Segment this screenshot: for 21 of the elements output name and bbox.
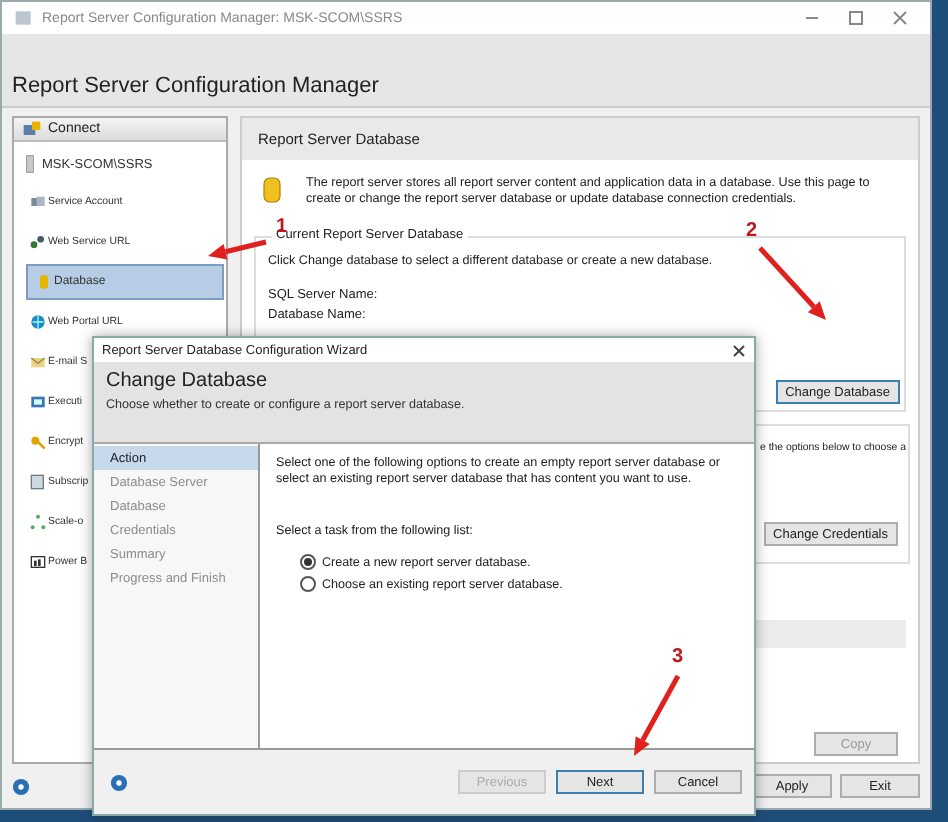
mail-icon [30,354,46,370]
close-icon[interactable] [732,343,746,357]
app-icon [14,8,34,28]
report-icon [30,554,46,570]
dialog-heading: Change Database [106,370,270,392]
key-icon [30,434,46,450]
database-icon [36,274,52,290]
globe-icon [30,314,46,330]
help-icon[interactable] [12,777,30,795]
radio-button[interactable] [300,576,316,592]
arrow [208,239,267,260]
arrow [634,674,681,756]
radio-button[interactable] [300,554,316,570]
step-number: 3 [672,646,684,668]
server-icon [24,154,36,174]
app-title: Report Server Configuration Manager [12,74,379,98]
step-number: 2 [746,220,758,242]
database-icon [262,176,282,204]
arrow [758,246,826,320]
help-icon[interactable] [110,773,128,791]
connect-icon [22,119,42,139]
